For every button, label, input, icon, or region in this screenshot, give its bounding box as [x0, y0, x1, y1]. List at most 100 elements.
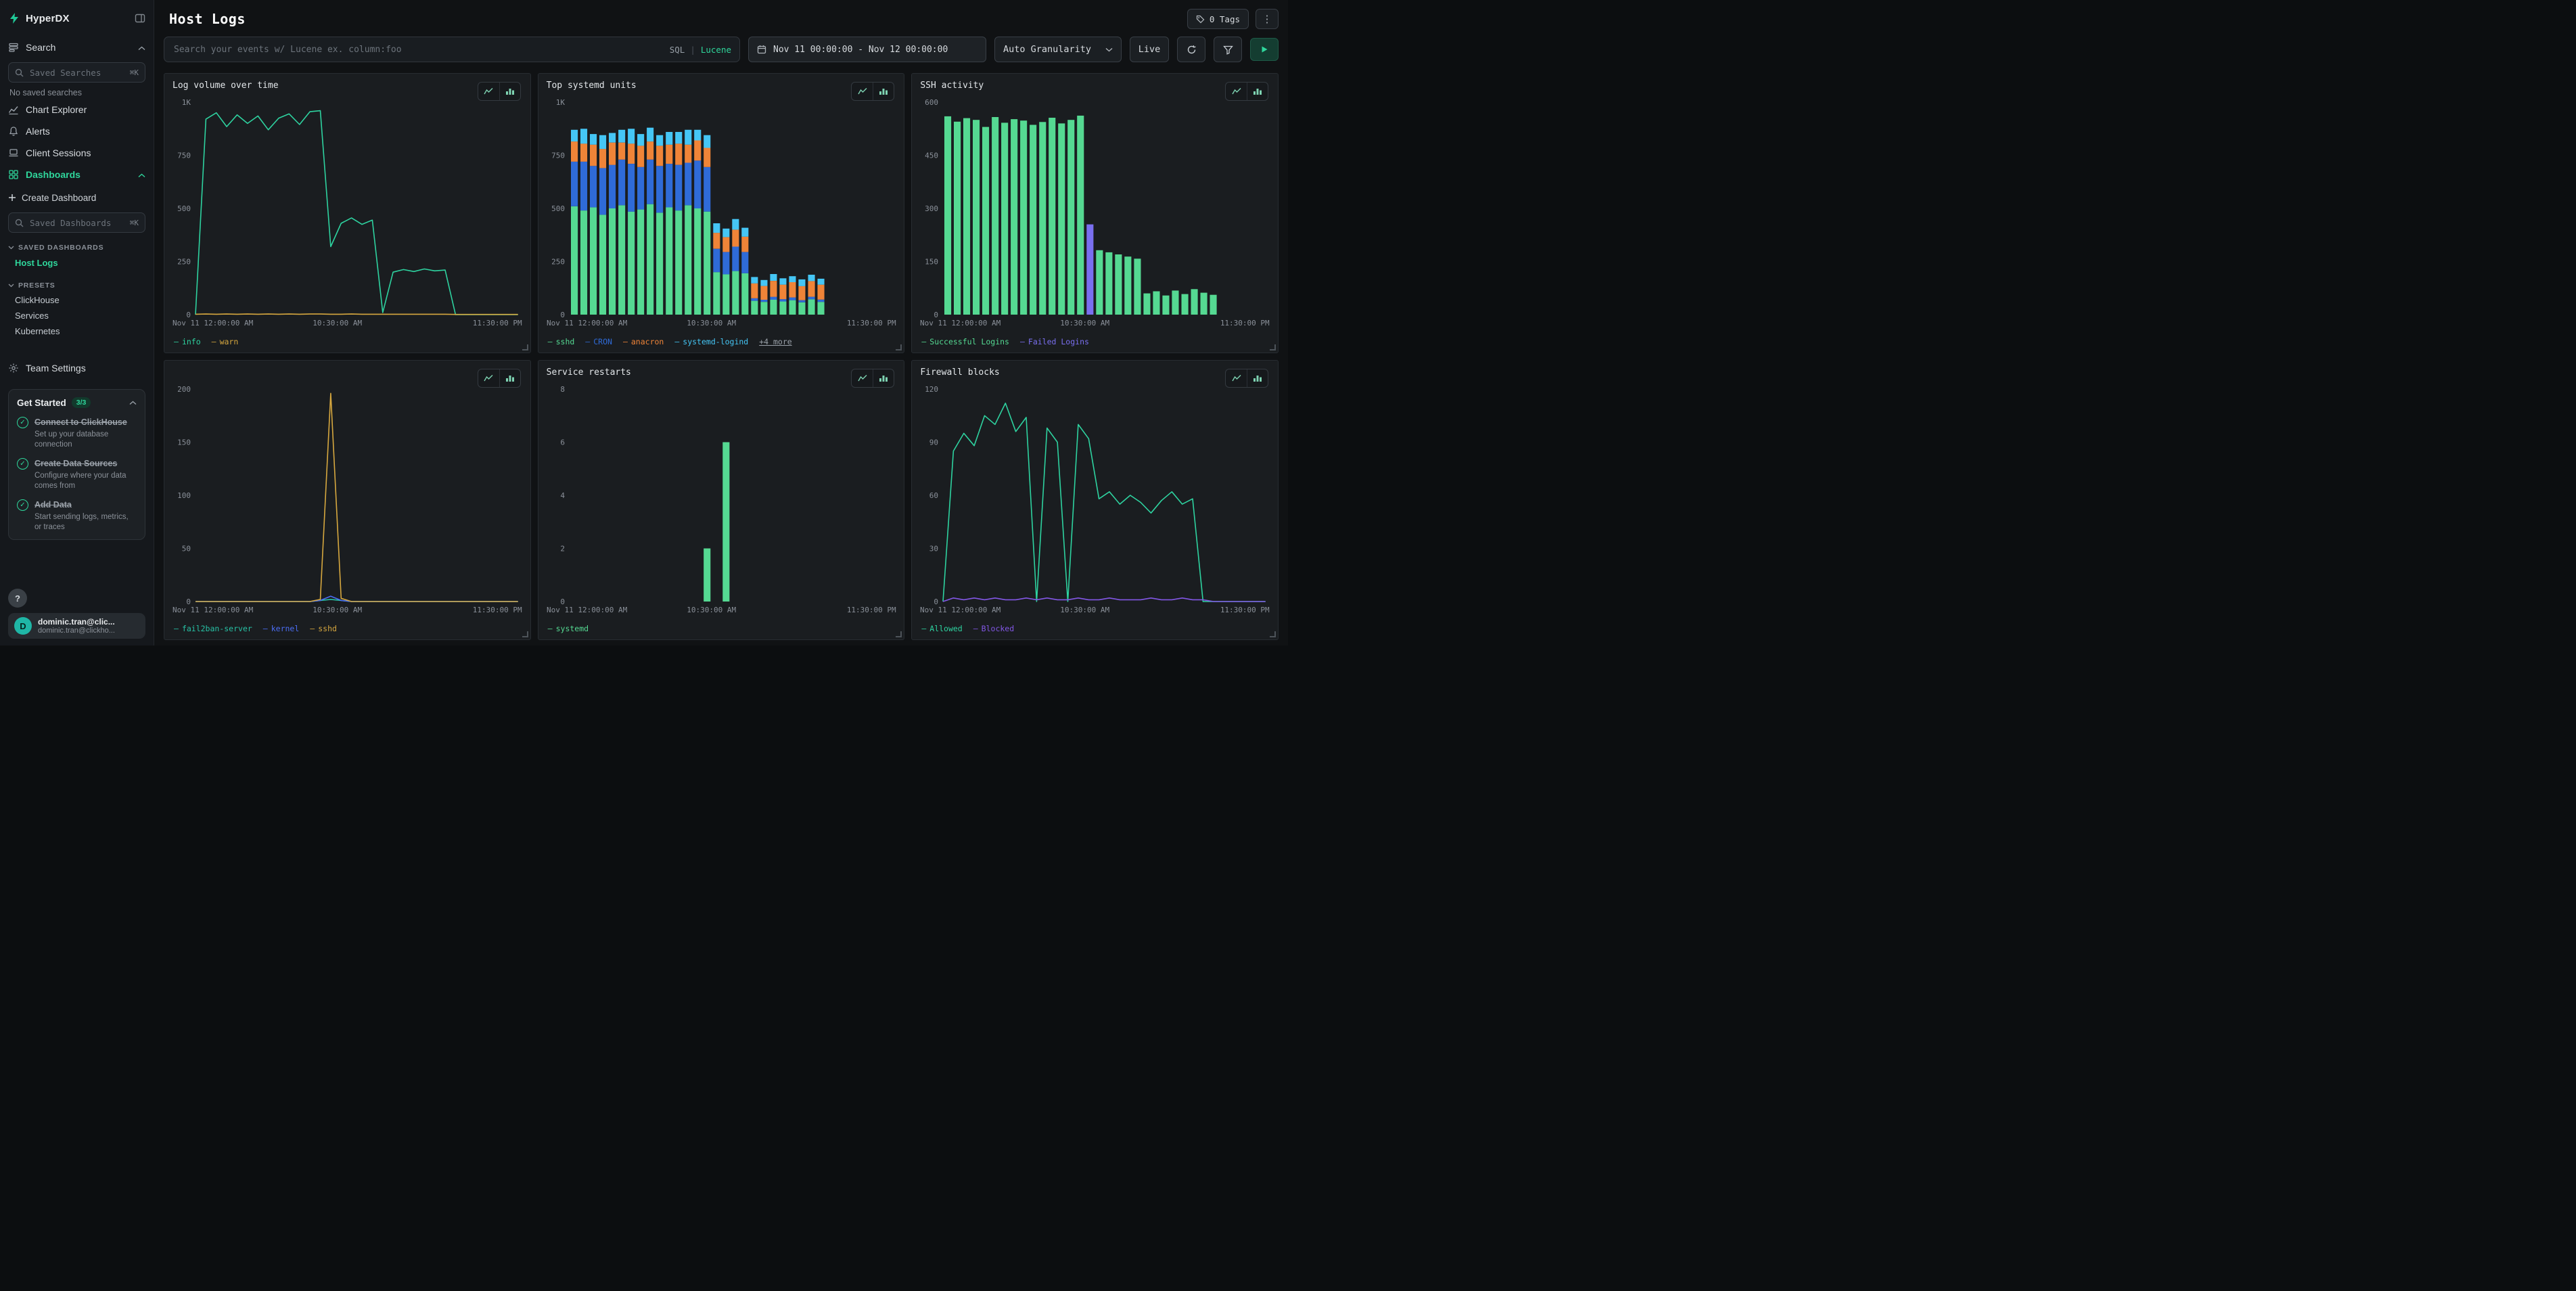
svg-text:Nov 11 12:00:00 AM: Nov 11 12:00:00 AM: [172, 606, 254, 614]
legend-item: —systemd-logind: [674, 337, 748, 346]
lucene-toggle[interactable]: Lucene: [701, 45, 731, 55]
help-button[interactable]: ?: [8, 589, 27, 608]
resize-handle[interactable]: [1270, 344, 1276, 350]
legend-item: —CRON: [585, 337, 612, 346]
chart-canvas[interactable]: 02505007501KNov 11 12:00:00 AM10:30:00 A…: [171, 97, 524, 328]
chart-canvas[interactable]: 02468Nov 11 12:00:00 AM10:30:00 AM11:30:…: [545, 384, 898, 615]
sidebar-preset-services[interactable]: Services: [8, 308, 145, 323]
resize-handle[interactable]: [896, 344, 902, 350]
sidebar-item-team-settings[interactable]: Team Settings: [8, 357, 145, 380]
refresh-icon: [1187, 45, 1197, 55]
get-started-header[interactable]: Get Started 3/3: [17, 397, 137, 409]
svg-text:750: 750: [551, 152, 565, 160]
saved-searches-input[interactable]: [28, 67, 125, 78]
legend-item: —info: [174, 337, 201, 346]
svg-text:11:30:00 PM: 11:30:00 PM: [1220, 319, 1270, 327]
get-started-item-add-data[interactable]: ✓ Add Data Start sending logs, metrics, …: [17, 499, 137, 533]
line-chart-toggle[interactable]: [852, 369, 873, 387]
team-settings-label: Team Settings: [26, 363, 86, 373]
get-started-title: Get Started: [17, 398, 66, 408]
bar-chart-toggle[interactable]: [1247, 369, 1268, 387]
presets-section-header[interactable]: PRESETS: [8, 279, 145, 292]
panel-title: Service restarts: [547, 367, 896, 381]
calendar-icon: [757, 45, 766, 54]
resize-handle[interactable]: [1270, 631, 1276, 637]
legend-item: —Failed Logins: [1020, 337, 1089, 346]
filter-button[interactable]: [1214, 37, 1242, 62]
svg-text:100: 100: [177, 491, 191, 500]
legend-item: —sshd: [548, 337, 575, 346]
panel-fail2ban: 050100150200Nov 11 12:00:00 AM10:30:00 A…: [164, 360, 531, 640]
svg-text:Nov 11 12:00:00 AM: Nov 11 12:00:00 AM: [547, 606, 628, 614]
check-circle-icon: ✓: [17, 499, 28, 511]
sidebar-preset-clickhouse[interactable]: ClickHouse: [8, 292, 145, 308]
event-search-input[interactable]: [172, 44, 670, 55]
get-started-item-sources[interactable]: ✓ Create Data Sources Configure where yo…: [17, 457, 137, 491]
chevron-up-icon: [138, 169, 145, 180]
get-started-item-connect[interactable]: ✓ Connect to ClickHouse Set up your data…: [17, 416, 137, 450]
svg-text:450: 450: [925, 152, 938, 160]
logo-row: HyperDX: [8, 7, 145, 30]
legend-more-link[interactable]: +4 more: [759, 337, 791, 346]
saved-dashboards-section-header[interactable]: SAVED DASHBOARDS: [8, 241, 145, 254]
bar-chart-toggle[interactable]: [499, 83, 520, 100]
chart-canvas[interactable]: 02505007501KNov 11 12:00:00 AM10:30:00 A…: [545, 97, 898, 328]
svg-text:10:30:00 AM: 10:30:00 AM: [313, 319, 362, 327]
avatar: D: [14, 617, 32, 635]
gs-item-title: Connect to ClickHouse: [34, 417, 127, 427]
page-header: Host Logs 0 Tags ⋮: [164, 0, 1279, 32]
sidebar-item-dashboards[interactable]: Dashboards: [8, 164, 145, 185]
line-chart-toggle[interactable]: [478, 83, 499, 100]
sidebar-item-client-sessions[interactable]: Client Sessions: [8, 142, 145, 164]
page-title: Host Logs: [164, 11, 246, 27]
sql-toggle[interactable]: SQL: [670, 45, 685, 55]
date-range-picker[interactable]: Nov 11 00:00:00 - Nov 12 00:00:00: [748, 37, 986, 62]
panel-title: Log volume over time: [172, 81, 522, 94]
nav-item-label: Chart Explorer: [26, 104, 87, 115]
saved-dashboards-input[interactable]: [28, 217, 125, 229]
chevron-down-icon: [8, 284, 14, 288]
line-chart-toggle[interactable]: [1226, 83, 1247, 100]
run-query-button[interactable]: [1250, 38, 1279, 61]
chart-canvas[interactable]: 0150300450600Nov 11 12:00:00 AM10:30:00 …: [919, 97, 1271, 328]
sidebar-item-chart-explorer[interactable]: Chart Explorer: [8, 99, 145, 120]
chevron-up-icon: [138, 42, 145, 53]
line-chart-toggle[interactable]: [1226, 369, 1247, 387]
user-menu[interactable]: D dominic.tran@clic... dominic.tran@clic…: [8, 613, 145, 639]
chart-canvas[interactable]: 0306090120Nov 11 12:00:00 AM10:30:00 AM1…: [919, 384, 1271, 615]
svg-text:750: 750: [177, 152, 191, 160]
tags-button[interactable]: 0 Tags: [1187, 9, 1249, 29]
svg-text:10:30:00 AM: 10:30:00 AM: [1061, 606, 1110, 614]
more-options-button[interactable]: ⋮: [1256, 9, 1279, 29]
chart-canvas[interactable]: 050100150200Nov 11 12:00:00 AM10:30:00 A…: [171, 384, 524, 615]
svg-text:11:30:00 PM: 11:30:00 PM: [473, 319, 522, 327]
granularity-select[interactable]: Auto Granularity: [994, 37, 1122, 62]
sidebar-preset-kubernetes[interactable]: Kubernetes: [8, 323, 145, 339]
sidebar-item-alerts[interactable]: Alerts: [8, 120, 145, 142]
event-search-wrap: SQL | Lucene: [164, 37, 740, 62]
svg-text:50: 50: [182, 545, 191, 553]
plus-icon: [8, 194, 16, 202]
sidebar-dashboard-host-logs[interactable]: Host Logs: [8, 254, 145, 271]
legend-item: —systemd: [548, 624, 589, 633]
bar-chart-toggle[interactable]: [1247, 83, 1268, 100]
panel-title: Top systemd units: [547, 81, 896, 94]
line-chart-toggle[interactable]: [852, 83, 873, 100]
bar-chart-toggle[interactable]: [873, 369, 894, 387]
search-icon: [15, 68, 24, 77]
svg-text:2: 2: [560, 545, 565, 553]
resize-handle[interactable]: [896, 631, 902, 637]
resize-handle[interactable]: [522, 344, 528, 350]
legend-item: —warn: [212, 337, 239, 346]
resize-handle[interactable]: [522, 631, 528, 637]
sidebar-collapse-icon[interactable]: [135, 13, 145, 24]
create-dashboard-button[interactable]: Create Dashboard: [8, 187, 145, 208]
svg-text:600: 600: [925, 98, 938, 107]
bar-chart-toggle[interactable]: [499, 369, 520, 387]
user-email: dominic.tran@clickho...: [38, 627, 115, 635]
line-chart-toggle[interactable]: [478, 369, 499, 387]
bar-chart-toggle[interactable]: [873, 83, 894, 100]
refresh-button[interactable]: [1177, 37, 1205, 62]
sidebar-item-search[interactable]: Search: [8, 37, 145, 58]
live-button[interactable]: Live: [1130, 37, 1169, 62]
